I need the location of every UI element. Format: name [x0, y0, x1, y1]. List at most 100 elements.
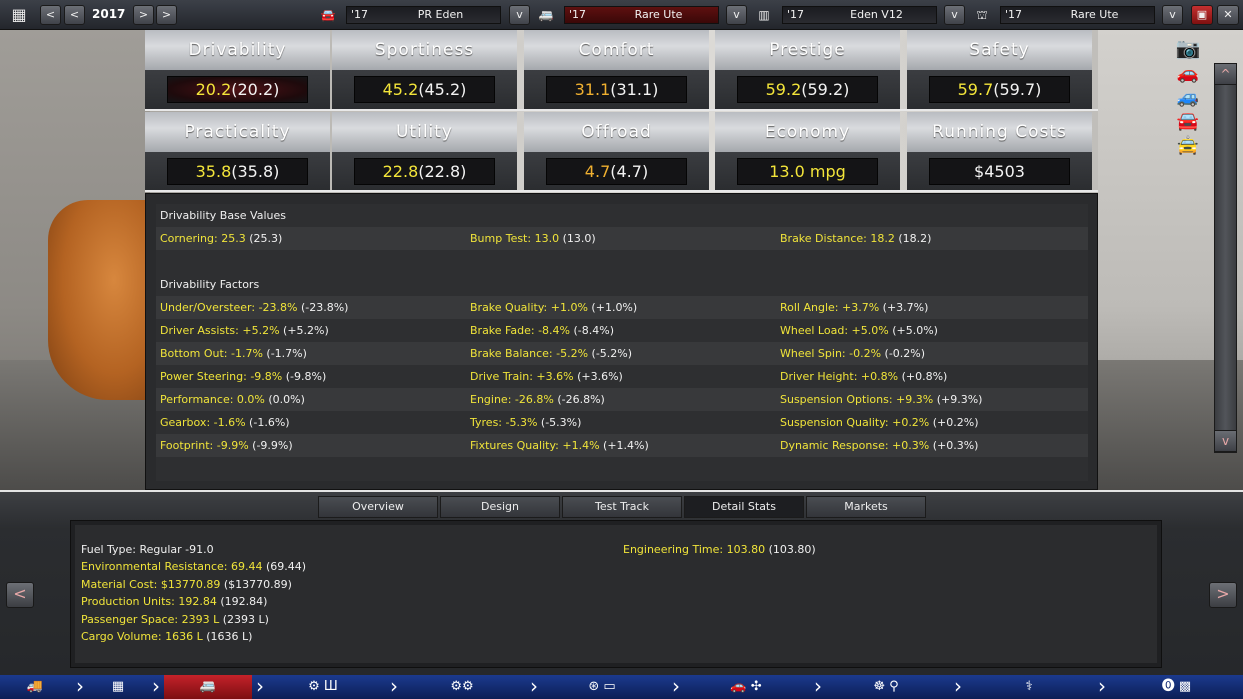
model-select[interactable]: '17 Rare Ute — [1000, 6, 1155, 24]
fuel-type: Fuel Type: Regular -91.0 — [81, 543, 214, 556]
engine-nav-icon[interactable]: ⚙ Ш — [268, 675, 378, 699]
stat-value: 22.8 — [382, 162, 419, 181]
bottom-nav: 🚚 › ▦ › 🚐 › ⚙ Ш › ⚙⚙ › ⊛ ▭ › 🚗 ✣ › ☸ ⚲ ›… — [0, 675, 1243, 699]
stat-cell: Performance: 0.0% (0.0%) — [160, 393, 305, 406]
table-row: Under/Oversteer: -23.8% (-23.8%) Brake Q… — [156, 296, 1088, 319]
stat-cell: Wheel Load: +5.0% (+5.0%) — [780, 324, 938, 337]
chassis-nav-icon[interactable]: ▦ — [88, 675, 148, 699]
tab-detail-stats[interactable]: Detail Stats — [684, 496, 804, 518]
stat-tile-safety[interactable]: Safety 59.7(59.7) — [907, 30, 1092, 110]
stat-label: Utility — [332, 112, 517, 152]
car-model-name: PR Eden — [417, 8, 464, 21]
trim-select[interactable]: '17 Rare Ute — [564, 6, 719, 24]
stat-value: 59.7 — [957, 80, 994, 99]
close-button[interactable]: ✕ — [1217, 5, 1239, 25]
car-side-view-icon[interactable]: 🚙 — [1170, 88, 1206, 108]
car-model-nav-icon[interactable]: 🚚 — [0, 675, 70, 699]
drivetrain-nav-icon[interactable]: ⚙⚙ — [402, 675, 522, 699]
stat-tile-economy[interactable]: Economy 13.0 mpg — [715, 112, 900, 192]
stat-value-box: 20.2(20.2) — [167, 76, 308, 103]
aero-nav-icon[interactable]: 🚗 ✣ — [684, 675, 808, 699]
table-row: Driver Assists: +5.2% (+5.2%) Brake Fade… — [156, 319, 1088, 342]
calendar-icon[interactable]: ▦ — [8, 5, 30, 25]
interior-nav-icon[interactable]: ☸ ⚲ — [826, 675, 946, 699]
tab-test-track[interactable]: Test Track — [562, 496, 682, 518]
car-rear-view-icon[interactable]: 🚘 — [1170, 112, 1206, 132]
engine-select[interactable]: '17 Eden V12 — [782, 6, 937, 24]
stat-base-value: (22.8) — [418, 162, 467, 181]
scroll-down-button[interactable]: v — [1214, 430, 1237, 452]
car-front-view-icon[interactable]: 🚗 — [1170, 64, 1206, 84]
stat-label: Economy — [715, 112, 900, 152]
save-icon[interactable]: ▣ — [1191, 5, 1213, 25]
next-year-button[interactable]: > — [133, 5, 154, 25]
table-row: Power Steering: -9.8% (-9.8%) Drive Trai… — [156, 365, 1088, 388]
stat-tile-drivability[interactable]: Drivability 20.2(20.2) — [145, 30, 330, 110]
engine-dropdown[interactable]: v — [944, 5, 965, 25]
next-page-button[interactable]: > — [1209, 582, 1237, 608]
stat-tile-running-costs[interactable]: Running Costs $4503 — [907, 112, 1092, 192]
stat-base-value: (59.2) — [801, 80, 850, 99]
stat-value-box: 59.2(59.2) — [737, 76, 878, 103]
tab-overview[interactable]: Overview — [318, 496, 438, 518]
engine-name: Eden V12 — [850, 8, 903, 21]
stat-tile-comfort[interactable]: Comfort 31.1(31.1) — [524, 30, 709, 110]
suspension-nav-icon[interactable]: ⊛ ▭ — [542, 675, 662, 699]
tab-markets[interactable]: Markets — [806, 496, 926, 518]
stat-cell: Suspension Quality: +0.2% (+0.2%) — [780, 416, 979, 429]
stat-cell: Tyres: -5.3% (-5.3%) — [470, 416, 582, 429]
table-row: Gearbox: -1.6% (-1.6%) Tyres: -5.3% (-5.… — [156, 411, 1088, 434]
chevron-right-icon: › — [152, 674, 160, 698]
car-type-icon: 🚘 — [320, 8, 336, 22]
prev-year-button[interactable]: < — [64, 5, 85, 25]
stat-cell: Under/Oversteer: -23.8% (-23.8%) — [160, 301, 349, 314]
next-year-fast-button[interactable]: > — [156, 5, 177, 25]
stat-value: $4503 — [974, 162, 1025, 181]
passenger-space: Passenger Space: 2393 L (2393 L) — [81, 613, 269, 626]
engineering-time: Engineering Time: 103.80 (103.80) — [623, 543, 816, 556]
stat-cell: Roll Angle: +3.7% (+3.7%) — [780, 301, 929, 314]
stat-cell: Footprint: -9.9% (-9.9%) — [160, 439, 293, 452]
stat-label: Safety — [907, 30, 1092, 70]
stat-value-box: 59.7(59.7) — [929, 76, 1070, 103]
safety-nav-icon[interactable]: ⚕ — [966, 675, 1092, 699]
car-model-view[interactable] — [48, 200, 158, 400]
trim-icon: 🚐 — [538, 8, 554, 22]
stat-tile-prestige[interactable]: Prestige 59.2(59.2) — [715, 30, 900, 110]
stat-tile-offroad[interactable]: Offroad 4.7(4.7) — [524, 112, 709, 192]
tab-design[interactable]: Design — [440, 496, 560, 518]
material-cost: Material Cost: $13770.89 ($13770.89) — [81, 578, 292, 591]
camera-icon[interactable]: 📷 — [1170, 38, 1206, 58]
scroll-up-button[interactable]: ^ — [1214, 63, 1237, 85]
section-title: Drivability Base Values — [160, 209, 286, 222]
car-model-year: '17 — [351, 8, 369, 21]
chevron-right-icon: › — [954, 674, 962, 698]
car-top-view-icon[interactable]: 🚖 — [1170, 136, 1206, 156]
stat-cell: Suspension Options: +9.3% (+9.3%) — [780, 393, 983, 406]
stat-cell: Engine: -26.8% (-26.8%) — [470, 393, 605, 406]
chevron-right-icon: › — [530, 674, 538, 698]
stat-tile-sportiness[interactable]: Sportiness 45.2(45.2) — [332, 30, 517, 110]
stat-cell: Dynamic Response: +0.3% (+0.3%) — [780, 439, 979, 452]
stat-base-value: (20.2) — [231, 80, 280, 99]
trim-dropdown[interactable]: v — [726, 5, 747, 25]
engine-icon: ▥ — [758, 8, 770, 22]
body-nav-icon[interactable]: 🚐 — [164, 675, 252, 699]
stat-tile-practicality[interactable]: Practicality 35.8(35.8) — [145, 112, 330, 192]
stat-tile-utility[interactable]: Utility 22.8(22.8) — [332, 112, 517, 192]
view-scrollbar[interactable] — [1214, 63, 1237, 453]
car-model-dropdown[interactable]: v — [509, 5, 530, 25]
model-dropdown[interactable]: v — [1162, 5, 1183, 25]
spacer-row — [156, 250, 1088, 273]
car-model-select[interactable]: '17 PR Eden — [346, 6, 501, 24]
trim-year: '17 — [569, 8, 587, 21]
drivability-detail-panel: Drivability Base Values Cornering: 25.3 … — [145, 193, 1098, 490]
prev-page-button[interactable]: < — [6, 582, 34, 608]
prev-year-fast-button[interactable]: < — [40, 5, 61, 25]
model-icon: ⛫ — [976, 8, 988, 22]
stat-label: Practicality — [145, 112, 330, 152]
chevron-right-icon: › — [256, 674, 264, 698]
stat-cell: Bump Test: 13.0 (13.0) — [470, 232, 596, 245]
finish-nav-icon[interactable]: ⓿ ▩ — [1110, 675, 1243, 699]
chevron-right-icon: › — [390, 674, 398, 698]
